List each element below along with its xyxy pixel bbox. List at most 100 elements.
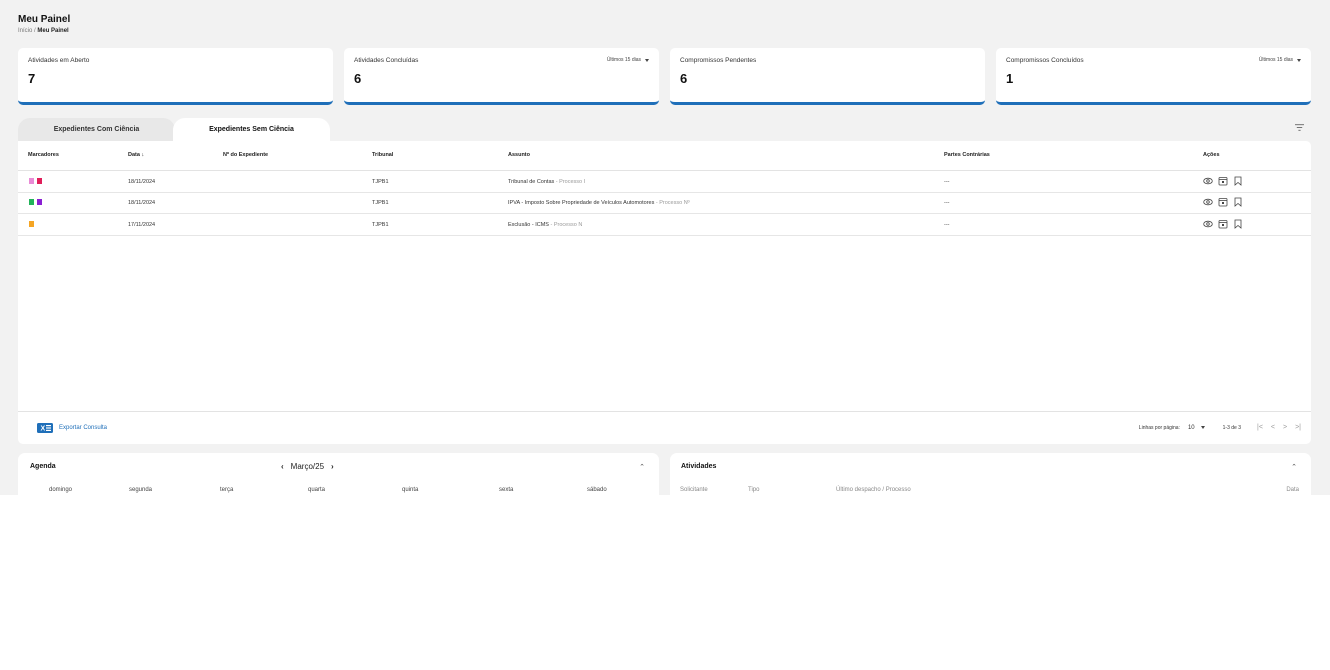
row-markers bbox=[29, 178, 42, 184]
prev-month-button[interactable]: ‹ bbox=[281, 462, 284, 471]
chevron-down-icon bbox=[645, 58, 649, 62]
app-viewport: Meu Painel Início / Meu Painel Atividade… bbox=[0, 0, 1330, 495]
stat-card-open-activities[interactable]: Atividades em Aberto 7 bbox=[18, 48, 333, 105]
calendar-icon[interactable] bbox=[1218, 197, 1228, 207]
weekday-label: quarta bbox=[308, 487, 326, 493]
period-label: Últimos 15 dias bbox=[1258, 57, 1293, 63]
chevron-down-icon bbox=[1297, 58, 1301, 62]
stat-label: Compromissos Concluídos bbox=[1006, 57, 1084, 64]
stat-value: 7 bbox=[28, 71, 36, 86]
cell-parties: --- bbox=[944, 200, 950, 206]
row-actions bbox=[1203, 197, 1243, 207]
agenda-card: Agenda ‹ Março/25 › ⌃ domingo segunda te… bbox=[18, 453, 659, 495]
weekday-label: domingo bbox=[49, 487, 73, 493]
column-expedient: Nº do Expediente bbox=[223, 152, 269, 158]
stat-label: Atividades em Aberto bbox=[28, 57, 90, 64]
cell-subject: IPVA - Imposto Sobre Propriedade de Veíc… bbox=[508, 200, 690, 206]
weekday-label: terça bbox=[220, 487, 234, 493]
row-actions bbox=[1203, 219, 1243, 229]
cell-subject: Exclusão - ICMS - Processo N bbox=[508, 222, 582, 228]
table-row[interactable]: 17/11/2024 TJPB1 Exclusão - ICMS - Process… bbox=[18, 214, 1311, 236]
tab-with-science[interactable]: Expedientes Com Ciência bbox=[18, 118, 175, 141]
eye-icon[interactable] bbox=[1203, 176, 1213, 186]
period-select[interactable]: Últimos 15 dias bbox=[607, 57, 649, 63]
eye-icon[interactable] bbox=[1203, 197, 1213, 207]
sort-arrow-icon: ↓ bbox=[141, 152, 145, 158]
row-markers bbox=[29, 221, 34, 227]
column-subject: Assunto bbox=[508, 152, 530, 158]
cell-subject: Tribunal de Contas - Processo I bbox=[508, 179, 585, 185]
calendar-icon[interactable] bbox=[1218, 176, 1228, 186]
period-label: Últimos 15 dias bbox=[606, 57, 641, 63]
agenda-title: Agenda bbox=[30, 463, 56, 470]
marker-tag-icon bbox=[29, 221, 34, 227]
bookmark-icon[interactable] bbox=[1233, 197, 1243, 207]
marker-tag-icon bbox=[37, 178, 42, 184]
tab-without-science[interactable]: Expedientes Sem Ciência bbox=[173, 118, 330, 141]
rows-per-page-value: 10 bbox=[1187, 424, 1195, 431]
rows-per-page-select[interactable]: 10 bbox=[1188, 425, 1205, 431]
next-page-button[interactable]: > bbox=[1283, 424, 1287, 431]
table-row[interactable]: 18/11/2024 TJPB1 Tribunal de Contas - Proc… bbox=[18, 171, 1311, 193]
page-title: Meu Painel bbox=[18, 14, 71, 25]
column-date-label: Data bbox=[128, 152, 140, 158]
column-actions: Ações bbox=[1203, 152, 1220, 158]
cell-court: TJPB1 bbox=[372, 179, 389, 185]
export-button[interactable]: X Exportar Consulta bbox=[37, 423, 107, 433]
collapse-activities-button[interactable]: ⌃ bbox=[1291, 463, 1297, 471]
expedients-table: Marcadores Data ↓ Nº do Expediente Tribu… bbox=[18, 141, 1311, 444]
marker-tag-icon bbox=[37, 199, 42, 205]
cell-date: 18/11/2024 bbox=[128, 179, 156, 185]
breadcrumb-current: Meu Painel bbox=[37, 28, 69, 34]
prev-page-button[interactable]: < bbox=[1271, 424, 1275, 431]
stat-value: 6 bbox=[354, 71, 362, 86]
column-date[interactable]: Data ↓ bbox=[128, 152, 144, 158]
last-page-button[interactable]: >| bbox=[1295, 424, 1301, 431]
column-date: Data bbox=[1286, 487, 1299, 493]
column-court: Tribunal bbox=[372, 152, 394, 158]
process-number: Processo I bbox=[559, 179, 586, 185]
column-type: Tipo bbox=[748, 487, 760, 493]
marker-tag-icon bbox=[29, 178, 34, 184]
calendar-icon[interactable] bbox=[1218, 219, 1228, 229]
weekday-label: quinta bbox=[402, 487, 419, 493]
period-select[interactable]: Últimos 15 dias bbox=[1259, 57, 1301, 63]
pagination: Linhas por página: 10 1-3 de 3 |< < > >| bbox=[1139, 424, 1301, 431]
activities-card: Atividades ⌃ Solicitante Tipo Último des… bbox=[670, 453, 1311, 495]
bookmark-icon[interactable] bbox=[1233, 176, 1243, 186]
cell-court: TJPB1 bbox=[372, 200, 389, 206]
bookmark-icon[interactable] bbox=[1233, 219, 1243, 229]
next-month-button[interactable]: › bbox=[331, 462, 334, 471]
month-label: Março/25 bbox=[290, 462, 325, 471]
stat-card-pending-appointments[interactable]: Compromissos Pendentes 6 bbox=[670, 48, 985, 105]
svg-text:X: X bbox=[41, 426, 46, 433]
cell-date: 17/11/2024 bbox=[128, 222, 156, 228]
column-requester: Solicitante bbox=[680, 487, 708, 493]
stat-value: 6 bbox=[680, 71, 688, 86]
first-page-button[interactable]: |< bbox=[1257, 424, 1263, 431]
table-footer: X Exportar Consulta Linhas por página: 1… bbox=[18, 411, 1311, 444]
filter-icon[interactable] bbox=[1295, 124, 1304, 131]
table-row[interactable]: 18/11/2024 TJPB1 IPVA - Imposto Sobre Prop… bbox=[18, 192, 1311, 214]
marker-tag-icon bbox=[29, 199, 34, 205]
cell-court: TJPB1 bbox=[372, 222, 389, 228]
subject-text: Exclusão - ICMS bbox=[508, 222, 549, 228]
stat-label: Compromissos Pendentes bbox=[680, 57, 757, 64]
process-number: Processo N bbox=[553, 222, 583, 228]
cell-date: 18/11/2024 bbox=[128, 200, 156, 206]
breadcrumb-home[interactable]: Início bbox=[18, 28, 32, 34]
subject-text: Tribunal de Contas bbox=[508, 179, 555, 185]
page-range: 1-3 de 3 bbox=[1222, 424, 1241, 431]
stat-card-completed-activities[interactable]: Atividades Concluídas 6 Últimos 15 dias bbox=[344, 48, 659, 105]
column-last-dispatch: Último despacho / Processo bbox=[836, 487, 911, 493]
stat-label: Atividades Concluídas bbox=[354, 57, 419, 64]
column-parties: Partes Contrárias bbox=[944, 152, 990, 158]
excel-icon: X bbox=[37, 423, 53, 433]
eye-icon[interactable] bbox=[1203, 219, 1213, 229]
month-navigator: ‹ Março/25 › bbox=[281, 462, 334, 471]
stat-card-completed-appointments[interactable]: Compromissos Concluídos 1 Últimos 15 dia… bbox=[996, 48, 1311, 105]
collapse-agenda-button[interactable]: ⌃ bbox=[639, 463, 645, 471]
expedient-tabs: Expedientes Com Ciência Expedientes Sem … bbox=[18, 118, 338, 141]
weekday-label: sábado bbox=[587, 487, 607, 493]
cell-parties: --- bbox=[944, 179, 950, 185]
